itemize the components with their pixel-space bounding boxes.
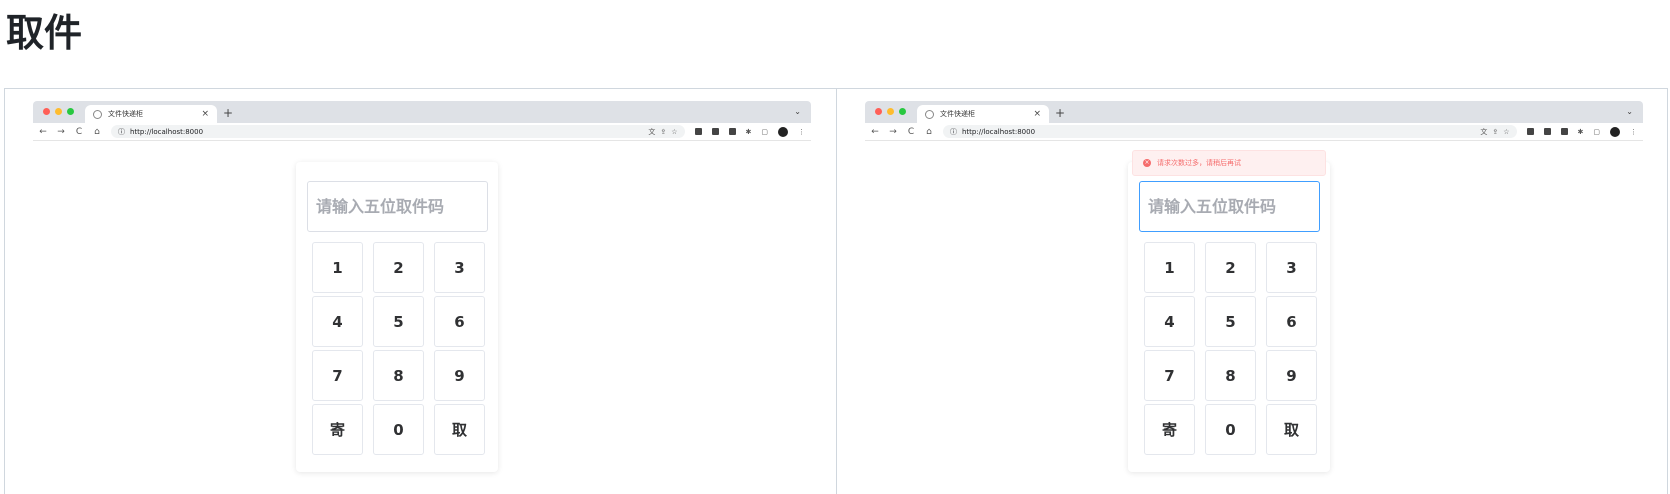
key-7-button[interactable]: 7	[1144, 350, 1195, 401]
share-icon[interactable]: ⇪	[1492, 128, 1498, 136]
back-icon[interactable]: ←	[871, 127, 879, 137]
screenshot-cell-normal: 文件快递柜 × + ⌄ ← → C ⌂ ⓘ http://localhost:8…	[5, 89, 836, 494]
key-8-button[interactable]: 8	[373, 350, 424, 401]
maximize-window-button[interactable]	[899, 108, 906, 115]
key-3-button[interactable]: 3	[1266, 242, 1317, 293]
translate-icon[interactable]: 文	[1480, 127, 1487, 137]
browser-toolbar: ← → C ⌂ ⓘ http://localhost:8000 文 ⇪ ☆ ✱ …	[865, 123, 1643, 141]
star-icon[interactable]: ☆	[1503, 128, 1509, 136]
url-text: http://localhost:8000	[962, 127, 1036, 136]
keypad: 1 2 3 4 5 6 7 8 9 寄 0 取	[312, 242, 485, 455]
share-icon[interactable]: ⇪	[660, 128, 666, 136]
profile-icon[interactable]	[1610, 126, 1620, 137]
chevron-down-icon[interactable]: ⌄	[1626, 107, 1633, 116]
extension-icon[interactable]	[1560, 128, 1568, 135]
key-7-button[interactable]: 7	[312, 350, 363, 401]
pickup-card: 1 2 3 4 5 6 7 8 9 寄 0 取	[1128, 162, 1330, 472]
close-window-button[interactable]	[43, 108, 50, 115]
close-tab-icon[interactable]: ×	[201, 109, 209, 119]
forward-icon[interactable]: →	[889, 127, 897, 137]
home-icon[interactable]: ⌂	[925, 127, 933, 137]
globe-icon	[93, 109, 102, 119]
profile-icon[interactable]	[778, 126, 788, 137]
puzzle-icon[interactable]: ✱	[746, 128, 752, 136]
key-3-button[interactable]: 3	[434, 242, 485, 293]
tab-strip: 文件快递柜 × + ⌄	[865, 101, 1643, 123]
page-viewport: × 请求次数过多，请稍后再试 1 2 3 4 5 6 7 8 9	[865, 141, 1643, 494]
menu-icon[interactable]: ⋮	[798, 128, 805, 136]
browser-tab[interactable]: 文件快递柜 ×	[917, 105, 1049, 123]
key-2-button[interactable]: 2	[1205, 242, 1256, 293]
page-viewport: 1 2 3 4 5 6 7 8 9 寄 0 取	[33, 141, 811, 494]
browser-window: 文件快递柜 × + ⌄ ← → C ⌂ ⓘ http://localhost:8…	[33, 101, 811, 494]
reload-icon[interactable]: C	[907, 127, 915, 137]
send-button[interactable]: 寄	[1144, 404, 1195, 455]
minimize-window-button[interactable]	[55, 108, 62, 115]
keypad: 1 2 3 4 5 6 7 8 9 寄 0 取	[1144, 242, 1317, 455]
key-1-button[interactable]: 1	[1144, 242, 1195, 293]
info-icon[interactable]: ⓘ	[950, 127, 957, 137]
menu-icon[interactable]: ⋮	[1630, 128, 1637, 136]
tab-strip: 文件快递柜 × + ⌄	[33, 101, 811, 123]
error-toast: × 请求次数过多，请稍后再试	[1132, 150, 1326, 176]
browser-window: 文件快递柜 × + ⌄ ← → C ⌂ ⓘ http://localhost:8…	[865, 101, 1643, 494]
page-title: 取件	[6, 11, 83, 55]
send-button[interactable]: 寄	[312, 404, 363, 455]
key-4-button[interactable]: 4	[312, 296, 363, 347]
screenshot-cell-error: 文件快递柜 × + ⌄ ← → C ⌂ ⓘ http://localhost:8…	[836, 89, 1667, 494]
globe-icon	[925, 109, 934, 119]
key-6-button[interactable]: 6	[1266, 296, 1317, 347]
key-9-button[interactable]: 9	[1266, 350, 1317, 401]
extension-icon[interactable]	[694, 128, 702, 135]
puzzle-icon[interactable]: ✱	[1578, 128, 1584, 136]
window-controls	[875, 108, 906, 115]
chevron-down-icon[interactable]: ⌄	[794, 107, 801, 116]
extension-icon[interactable]	[1526, 128, 1534, 135]
new-tab-button[interactable]: +	[223, 106, 233, 120]
address-bar[interactable]: ⓘ http://localhost:8000 文 ⇪ ☆	[111, 125, 685, 138]
pickup-card: 1 2 3 4 5 6 7 8 9 寄 0 取	[296, 162, 498, 472]
error-toast-text: 请求次数过多，请稍后再试	[1157, 159, 1241, 167]
tab-title: 文件快递柜	[108, 110, 143, 118]
key-4-button[interactable]: 4	[1144, 296, 1195, 347]
extension-icon[interactable]	[711, 128, 719, 135]
screenshot-table: 文件快递柜 × + ⌄ ← → C ⌂ ⓘ http://localhost:8…	[4, 88, 1668, 494]
star-icon[interactable]: ☆	[671, 128, 677, 136]
error-icon: ×	[1143, 159, 1151, 167]
close-tab-icon[interactable]: ×	[1033, 109, 1041, 119]
key-5-button[interactable]: 5	[373, 296, 424, 347]
browser-toolbar: ← → C ⌂ ⓘ http://localhost:8000 文 ⇪ ☆ ✱ …	[33, 123, 811, 141]
new-tab-button[interactable]: +	[1055, 106, 1065, 120]
reload-icon[interactable]: C	[75, 127, 83, 137]
pickup-code-input[interactable]	[307, 181, 488, 232]
key-5-button[interactable]: 5	[1205, 296, 1256, 347]
forward-icon[interactable]: →	[57, 127, 65, 137]
back-icon[interactable]: ←	[39, 127, 47, 137]
sidepanel-icon[interactable]: ▢	[1593, 128, 1600, 136]
browser-tab[interactable]: 文件快递柜 ×	[85, 105, 217, 123]
pickup-button[interactable]: 取	[434, 404, 485, 455]
key-6-button[interactable]: 6	[434, 296, 485, 347]
key-9-button[interactable]: 9	[434, 350, 485, 401]
key-0-button[interactable]: 0	[373, 404, 424, 455]
info-icon[interactable]: ⓘ	[118, 127, 125, 137]
url-text: http://localhost:8000	[130, 127, 204, 136]
key-8-button[interactable]: 8	[1205, 350, 1256, 401]
maximize-window-button[interactable]	[67, 108, 74, 115]
key-0-button[interactable]: 0	[1205, 404, 1256, 455]
window-controls	[43, 108, 74, 115]
tab-title: 文件快递柜	[940, 110, 975, 118]
extension-icon[interactable]	[1543, 128, 1551, 135]
address-bar[interactable]: ⓘ http://localhost:8000 文 ⇪ ☆	[943, 125, 1517, 138]
extension-icon[interactable]	[728, 128, 736, 135]
key-2-button[interactable]: 2	[373, 242, 424, 293]
close-window-button[interactable]	[875, 108, 882, 115]
translate-icon[interactable]: 文	[648, 127, 655, 137]
key-1-button[interactable]: 1	[312, 242, 363, 293]
pickup-code-input[interactable]	[1139, 181, 1320, 232]
sidepanel-icon[interactable]: ▢	[761, 128, 768, 136]
minimize-window-button[interactable]	[887, 108, 894, 115]
home-icon[interactable]: ⌂	[93, 127, 101, 137]
pickup-button[interactable]: 取	[1266, 404, 1317, 455]
